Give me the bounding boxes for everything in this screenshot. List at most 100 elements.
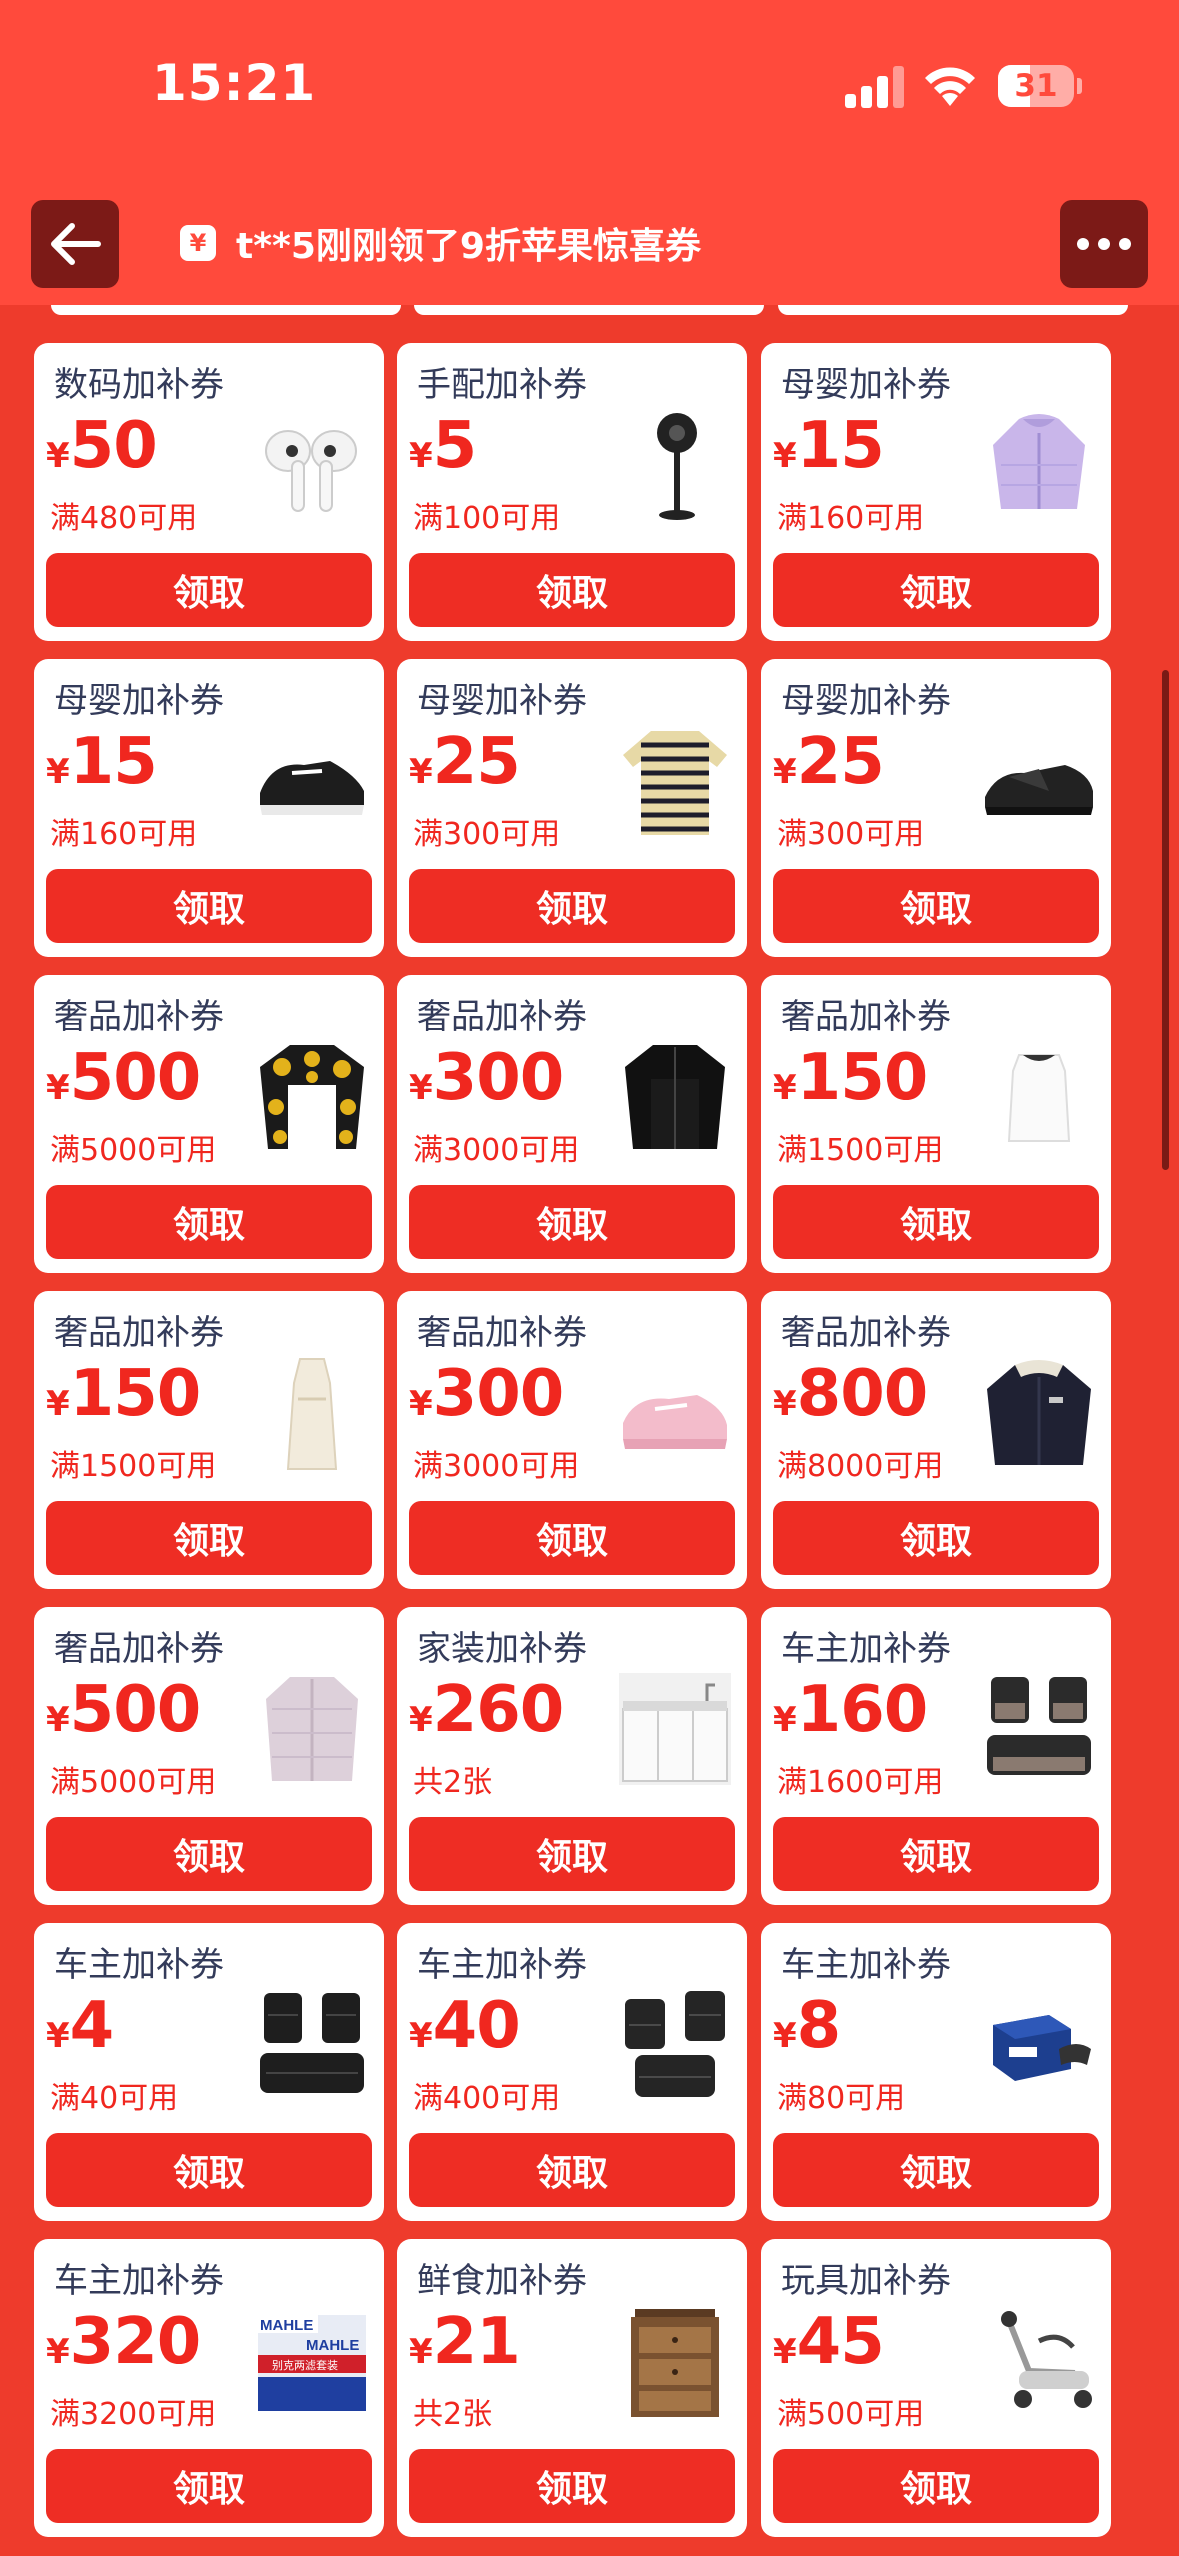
- coupon-condition: 满5000可用: [50, 1133, 217, 1168]
- coupon-condition: 满500可用: [777, 2397, 925, 2432]
- claim-button[interactable]: 领取: [773, 2133, 1099, 2207]
- coupon-value: 500: [69, 1673, 202, 1747]
- coupon-amount: ¥50: [46, 409, 158, 483]
- coupon-amount: ¥260: [409, 1673, 564, 1747]
- car-floor-mats-black-image: [252, 1985, 372, 2105]
- coupon-condition: 满300可用: [777, 817, 925, 852]
- claim-button[interactable]: 领取: [46, 1501, 372, 1575]
- coupon-condition: 满3000可用: [413, 1449, 580, 1484]
- claim-button[interactable]: 领取: [409, 2133, 735, 2207]
- coupon-amount: ¥150: [773, 1041, 928, 1115]
- coupon-value: 320: [69, 2305, 202, 2379]
- claim-button[interactable]: 领取: [409, 1185, 735, 1259]
- coupon-value: 160: [796, 1673, 929, 1747]
- coupon-condition: 满80可用: [777, 2081, 906, 2116]
- claim-button[interactable]: 领取: [46, 553, 372, 627]
- coupon-value: 15: [796, 409, 885, 483]
- coupon-grid: 数码加补券 ¥50 满480可用 领取 手配加补券 ¥5 满100可用 领取 母婴加补券 ¥15 满…: [17, 305, 1152, 2556]
- yen-symbol: ¥: [773, 2332, 797, 2372]
- yen-symbol: ¥: [409, 436, 433, 476]
- coupon-amount: ¥5: [409, 409, 478, 483]
- coupon-title: 手配加补券: [417, 365, 587, 405]
- coupon-title: 奢品加补券: [54, 1313, 224, 1353]
- claim-notice: t**5刚刚领了9折苹果惊喜券: [180, 215, 701, 271]
- claim-button[interactable]: 领取: [409, 869, 735, 943]
- more-button[interactable]: [1060, 200, 1148, 288]
- svg-text:别克两滤套装: 别克两滤套装: [272, 2359, 338, 2372]
- coupon-condition: 满160可用: [777, 501, 925, 536]
- yen-symbol: ¥: [773, 752, 797, 792]
- coupon-card: 母婴加补券 ¥15 满160可用 领取: [34, 659, 384, 957]
- coupon-card: 奢品加补券 ¥300 满3000可用领取: [397, 1291, 747, 1589]
- coupon-amount: ¥300: [409, 1357, 564, 1431]
- coupon-card: 车主加补券 ¥4 满40可用领取: [34, 1923, 384, 2221]
- scrollbar[interactable]: [1162, 670, 1169, 1170]
- coupon-amount: ¥150: [46, 1357, 201, 1431]
- coupon-card: 玩具加补券 ¥45 满500可用 领取: [761, 2239, 1111, 2537]
- claim-button[interactable]: 领取: [773, 869, 1099, 943]
- coupon-title: 玩具加补券: [781, 2261, 951, 2301]
- coupon-amount: ¥300: [409, 1041, 564, 1115]
- coupon-title: 数码加补券: [54, 365, 224, 405]
- coupon-card: 车主加补券 ¥160 满1600可用 领取: [761, 1607, 1111, 1905]
- battery-level: 31: [1014, 68, 1058, 104]
- coupon-value: 8: [796, 1989, 842, 2063]
- more-dots-icon: [1077, 238, 1131, 250]
- claim-button[interactable]: 领取: [773, 2449, 1099, 2523]
- car-floor-mats-set-image: [615, 1985, 735, 2105]
- black-sneaker-image: [252, 721, 372, 841]
- coupon-title: 奢品加补券: [54, 1629, 224, 1669]
- coupon-card: 奢品加补券 ¥800 满8000可用 领取: [761, 1291, 1111, 1589]
- yen-symbol: ¥: [409, 1068, 433, 1108]
- back-arrow-icon: [51, 223, 101, 265]
- coupon-amount: ¥800: [773, 1357, 928, 1431]
- black-sandal-image: [979, 721, 1099, 841]
- cream-long-dress-image: [252, 1353, 372, 1473]
- coupon-card: 车主加补券 ¥8 满80可用 领取: [761, 1923, 1111, 2221]
- claim-button[interactable]: 领取: [46, 869, 372, 943]
- coupon-condition: 共2张: [413, 1765, 493, 1800]
- claim-button[interactable]: 领取: [409, 2449, 735, 2523]
- coupon-title: 车主加补券: [54, 1945, 224, 1985]
- coupon-value: 21: [432, 2305, 521, 2379]
- coupon-condition: 满480可用: [50, 501, 198, 536]
- coupon-title: 母婴加补券: [54, 681, 224, 721]
- coupon-title: 母婴加补券: [417, 681, 587, 721]
- coupon-amount: ¥40: [409, 1989, 521, 2063]
- claim-button[interactable]: 领取: [46, 1817, 372, 1891]
- status-time: 15:21: [152, 54, 317, 112]
- wooden-food-box-image: [615, 2301, 735, 2421]
- back-button[interactable]: [31, 200, 119, 288]
- standing-fan-image: [615, 405, 735, 525]
- claim-button[interactable]: 领取: [773, 1501, 1099, 1575]
- partial-card: [778, 305, 1128, 315]
- claim-button[interactable]: 领取: [409, 1817, 735, 1891]
- coupon-title: 奢品加补券: [417, 1313, 587, 1353]
- baroque-print-shirt-image: [252, 1037, 372, 1157]
- yen-symbol: ¥: [773, 2016, 797, 2056]
- yen-symbol: ¥: [409, 1384, 433, 1424]
- claim-button[interactable]: 领取: [46, 2449, 372, 2523]
- claim-button[interactable]: 领取: [773, 553, 1099, 627]
- claim-button[interactable]: 领取: [409, 1501, 735, 1575]
- coupon-amount: ¥8: [773, 1989, 842, 2063]
- claim-button[interactable]: 领取: [773, 1817, 1099, 1891]
- yen-symbol: ¥: [46, 2332, 70, 2372]
- coupon-condition: 满5000可用: [50, 1765, 217, 1800]
- claim-notice-text: t**5刚刚领了9折苹果惊喜券: [236, 226, 701, 267]
- coupon-amount: ¥4: [46, 1989, 114, 2063]
- coupon-condition: 满1500可用: [777, 1133, 944, 1168]
- coupon-card: 母婴加补券 ¥25 满300可用 领取: [397, 659, 747, 957]
- claim-button[interactable]: 领取: [46, 2133, 372, 2207]
- car-floor-mats-image: [979, 1669, 1099, 1789]
- claim-button[interactable]: 领取: [46, 1185, 372, 1259]
- svg-text:MAHLE: MAHLE: [306, 2337, 359, 2354]
- coupon-amount: ¥15: [773, 409, 885, 483]
- claim-button[interactable]: 领取: [409, 553, 735, 627]
- claim-button[interactable]: 领取: [773, 1185, 1099, 1259]
- baby-walker-image: [979, 2301, 1099, 2421]
- lilac-knit-jacket-image: [252, 1669, 372, 1789]
- coupon-value: 5: [432, 409, 478, 483]
- coupon-condition: 满40可用: [50, 2081, 179, 2116]
- coupon-card: 奢品加补券 ¥500 满5000可用 领取: [34, 1607, 384, 1905]
